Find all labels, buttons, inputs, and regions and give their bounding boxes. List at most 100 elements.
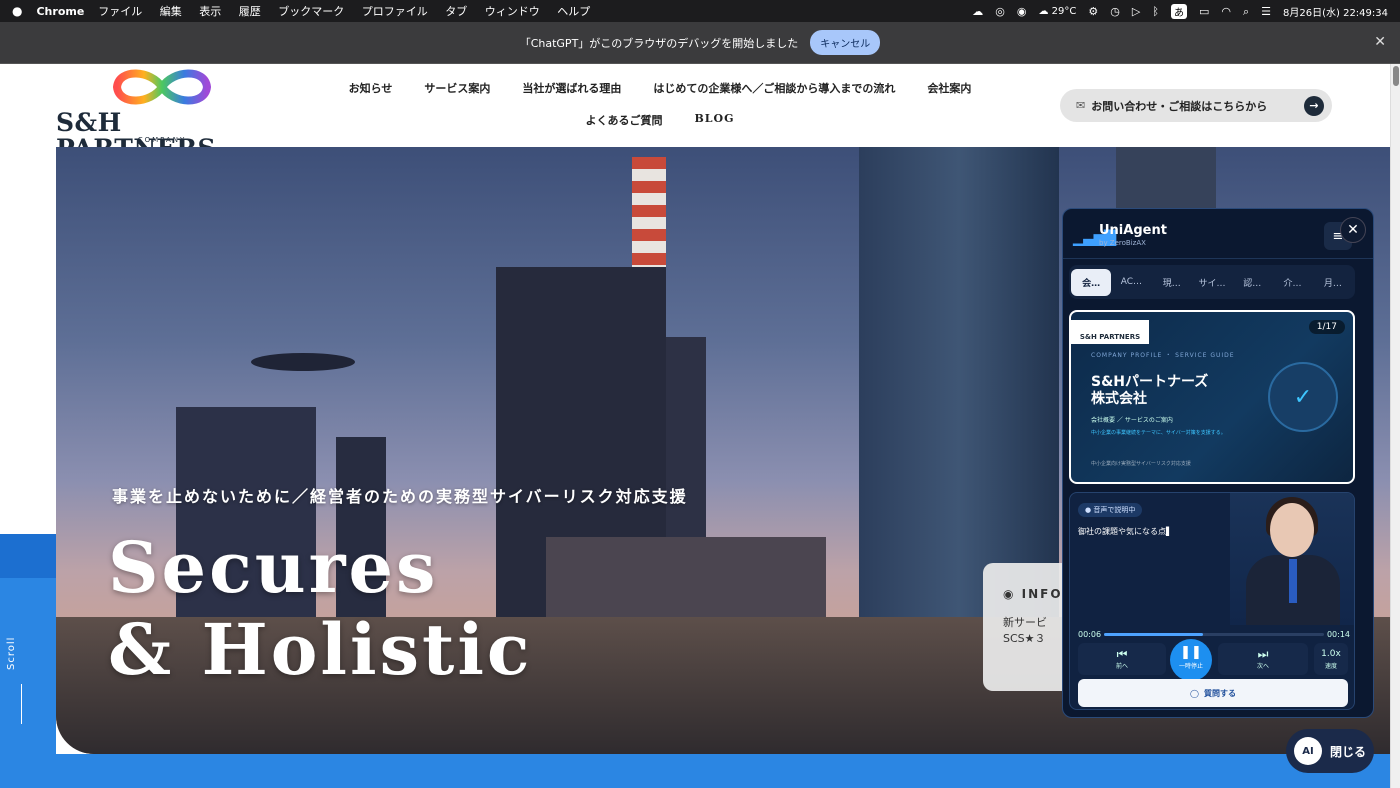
menu-profile[interactable]: プロファイル [362, 5, 428, 18]
menu-bar: ● Chrome ファイル 編集 表示 履歴 ブックマーク プロファイル タブ … [0, 0, 1400, 22]
nav-first-time[interactable]: はじめての企業様へ／ご相談から導入までの流れ [653, 80, 895, 96]
agent-name: UniAgent [1099, 223, 1167, 238]
building-disk [251, 353, 355, 371]
nav-faq[interactable]: よくあるご質問 [585, 112, 662, 128]
ask-button[interactable]: ◯ 質問する [1078, 679, 1348, 707]
progress-track[interactable] [1104, 633, 1324, 636]
speaking-badge-text: 音声で説明中 [1093, 506, 1136, 514]
pause-icon: ❚❚ [1180, 645, 1202, 660]
menu-file[interactable]: ファイル [98, 5, 142, 18]
agent-tab-1[interactable]: 会… [1071, 268, 1112, 296]
ai-close-button[interactable]: AI 閉じる [1286, 729, 1374, 773]
agent-tab-4[interactable]: サイ… [1192, 269, 1232, 296]
input-source[interactable]: あ [1170, 3, 1187, 19]
play-status-icon[interactable]: ▷ [1132, 6, 1140, 17]
slide-counter: 1/17 [1308, 320, 1345, 334]
agent-tab-3[interactable]: 現… [1152, 269, 1192, 296]
slide-caption: COMPANY PROFILE ・ SERVICE GUIDE [1091, 352, 1235, 359]
slide-preview[interactable]: S&H PARTNERS 1/17 COMPANY PROFILE ・ SERV… [1069, 310, 1355, 484]
slide-title: S&Hパートナーズ 株式会社 [1091, 374, 1208, 408]
hero-bottom-band [56, 754, 1390, 788]
arrow-right-icon: → [1304, 95, 1324, 116]
ai-badge: AI [1294, 737, 1322, 765]
transcript-text: 御社の課題や気になる点▌ [1078, 527, 1173, 536]
contact-button[interactable]: ✉ お問い合わせ・ご相談はこちらから → [1060, 89, 1332, 122]
site-logo[interactable]: S&H PARTNERS - COMPANY - [56, 64, 268, 162]
debug-message: 「ChatGPT」がこのブラウザのデバッグを開始しました [519, 36, 799, 50]
avatar-tie [1289, 559, 1297, 603]
menu-tab[interactable]: タブ [445, 5, 467, 18]
slide-sub2: 中小企業の事業継続をテーマに、サイバー対策を支援する。 [1091, 430, 1226, 436]
app-menus: ファイル 編集 表示 履歴 ブックマーク プロファイル タブ ウィンドウ ヘルプ [98, 3, 604, 19]
side-accent-top [0, 534, 56, 578]
debug-banner: 「ChatGPT」がこのブラウザのデバッグを開始しました キャンセル ✕ [0, 22, 1400, 64]
slide-sub1: 会社概要 ／ サービスのご案内 [1091, 417, 1173, 424]
control-center-icon[interactable]: ☰ [1261, 6, 1271, 17]
app-menu-chrome[interactable]: Chrome [36, 5, 84, 18]
slide-sub3: 中小企業向け実務型サイバーリスク対応支援 [1091, 461, 1191, 467]
gear-status-icon[interactable]: ⚙ [1088, 6, 1098, 17]
clock[interactable]: 8月26日(水) 22:49:34 [1283, 4, 1388, 19]
chat-bubble-icon: ◯ [1190, 688, 1199, 698]
nav-reasons[interactable]: 当社が選ばれる理由 [522, 80, 621, 96]
main-nav: お知らせ サービス案内 当社が選ばれる理由 はじめての企業様へ／ご相談から導入ま… [330, 80, 990, 144]
slide-logo: S&H PARTNERS [1071, 320, 1149, 344]
nav-blog[interactable]: BLOG [694, 112, 734, 128]
nav-company[interactable]: 会社案内 [927, 80, 971, 96]
slide-title-line2: 株式会社 [1091, 391, 1147, 407]
presenter-avatar [1230, 493, 1354, 625]
apple-icon[interactable]: ● [12, 4, 22, 18]
info-bullet-icon: ◉ [1003, 587, 1016, 601]
display-icon[interactable]: ◎ [995, 6, 1005, 17]
menu-view[interactable]: 表示 [199, 5, 221, 18]
wifi-icon[interactable]: ◠ [1221, 6, 1231, 17]
next-button[interactable]: ⏭ 次へ [1218, 643, 1308, 675]
clock-status-icon[interactable]: ◷ [1110, 6, 1120, 17]
avatar-face [1270, 503, 1314, 557]
speed-button[interactable]: 1.0x 速度 [1314, 643, 1348, 675]
prev-button[interactable]: ⏮ 前へ [1078, 643, 1166, 675]
weather-icon: ☁ [1038, 5, 1049, 17]
speaking-badge: ● 音声で説明中 [1078, 503, 1143, 517]
menu-bookmarks[interactable]: ブックマーク [278, 5, 344, 18]
agent-tab-7[interactable]: 月… [1313, 269, 1353, 296]
hero-line1: Secures [108, 526, 439, 609]
progress-fill [1104, 633, 1203, 636]
page-scrollbar[interactable] [1390, 64, 1400, 788]
speed-value: 1.0x [1321, 649, 1341, 659]
tower-red-white [632, 157, 666, 277]
bluetooth-icon[interactable]: ᛒ [1152, 6, 1159, 17]
skip-forward-icon: ⏭ [1257, 647, 1269, 661]
logo-subtitle: - COMPANY - [128, 136, 195, 144]
contact-label: お問い合わせ・ご相談はこちらから [1091, 99, 1268, 113]
cancel-button[interactable]: キャンセル [810, 30, 881, 55]
audio-controls: ⏮ 前へ ❚❚ 一時停止 ⏭ 次へ 1.0x 速度 [1078, 639, 1348, 681]
hero-line2: & Holistic [108, 608, 533, 691]
agent-header: ▁▃▅▇ UniAgent by ZeroBizAX ≡ [1063, 209, 1373, 259]
agent-tab-2[interactable]: AC… [1111, 270, 1151, 294]
scrollbar-thumb[interactable] [1393, 66, 1399, 86]
weather-status[interactable]: ☁ 29°C [1038, 6, 1076, 17]
agent-tab-6[interactable]: 介… [1272, 269, 1312, 296]
speaking-dot-icon: ● [1085, 506, 1092, 514]
search-icon[interactable]: ⌕ [1243, 6, 1249, 17]
ai-close-label: 閉じる [1330, 744, 1367, 759]
audio-progress[interactable]: 00:06 00:14 [1078, 630, 1350, 639]
menu-history[interactable]: 履歴 [239, 5, 261, 18]
nav-services[interactable]: サービス案内 [424, 80, 490, 96]
agent-tab-5[interactable]: 認… [1232, 269, 1272, 296]
info-heading-text: INFO [1021, 587, 1063, 601]
scroll-label: Scroll [6, 636, 17, 670]
menu-window[interactable]: ウィンドウ [485, 5, 540, 18]
nav-news[interactable]: お知らせ [349, 80, 393, 96]
menu-help[interactable]: ヘルプ [557, 5, 590, 18]
panel-close-icon[interactable]: ✕ [1340, 217, 1366, 243]
battery-icon[interactable]: ▭ [1199, 6, 1209, 17]
mail-icon: ✉ [1076, 99, 1086, 112]
close-icon[interactable]: ✕ [1374, 34, 1386, 50]
pause-button[interactable]: ❚❚ 一時停止 [1170, 639, 1212, 681]
hero-headline: Secures & Holistic [108, 527, 533, 691]
menu-edit[interactable]: 編集 [160, 5, 182, 18]
cloud-status-icon[interactable]: ☁ [972, 6, 983, 17]
circle-status-icon[interactable]: ◉ [1017, 6, 1027, 17]
